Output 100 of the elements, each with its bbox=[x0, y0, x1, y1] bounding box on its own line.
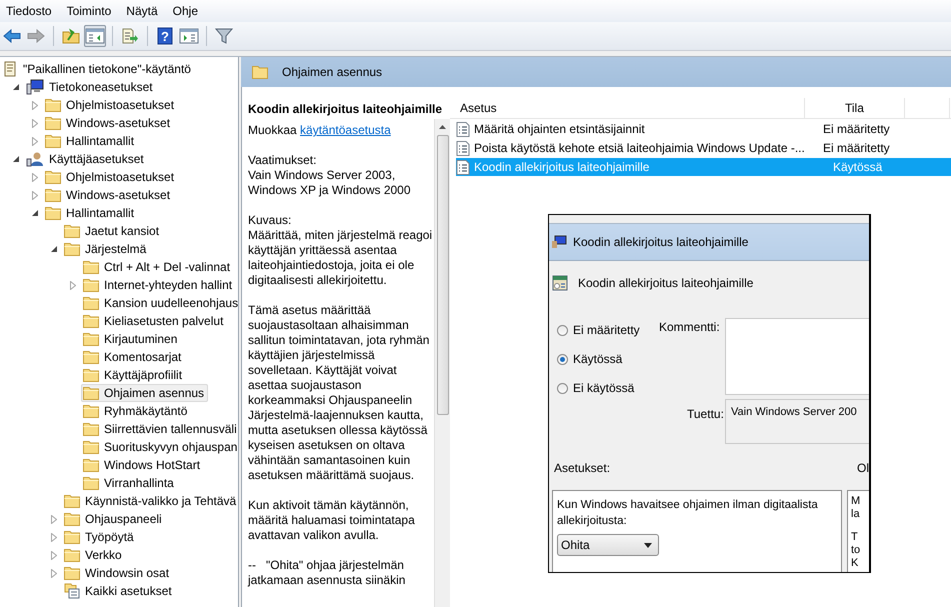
tree-item[interactable]: Ohjelmistoasetukset bbox=[43, 96, 178, 114]
tree-item[interactable]: Kirjautuminen bbox=[81, 330, 182, 348]
folder-icon bbox=[45, 116, 61, 130]
folder-icon bbox=[83, 440, 99, 454]
folder-icon bbox=[64, 566, 80, 580]
menu-item[interactable]: Toiminto bbox=[60, 4, 120, 18]
radio-option[interactable]: Ei määritetty bbox=[557, 322, 659, 338]
tree-item[interactable]: Työpöytä bbox=[62, 528, 138, 546]
dialog-title: Koodin allekirjoitus laiteohjaimille bbox=[573, 235, 748, 249]
collapsed-triangle-icon[interactable] bbox=[32, 136, 38, 146]
tree-item[interactable]: Käyttäjäprofiilit bbox=[81, 366, 186, 384]
expanded-triangle-icon[interactable] bbox=[51, 246, 58, 252]
collapsed-triangle-icon[interactable] bbox=[32, 100, 38, 110]
folder-icon bbox=[83, 368, 99, 382]
folder-icon bbox=[83, 422, 99, 436]
scroll-thumb[interactable] bbox=[436, 135, 448, 415]
setting-icon bbox=[456, 160, 470, 174]
collapsed-triangle-icon[interactable] bbox=[70, 280, 76, 290]
policy-heading: Koodin allekirjoitus laiteohjaimille bbox=[578, 276, 754, 290]
user-icon bbox=[26, 151, 44, 167]
help-text: la bbox=[851, 508, 861, 521]
tree-item[interactable]: Ohjaimen asennus bbox=[81, 384, 208, 402]
tree-item[interactable]: Virranhallinta bbox=[81, 474, 178, 492]
tree-item[interactable]: Verkko bbox=[62, 546, 126, 564]
menu-item[interactable]: Ohje bbox=[166, 4, 207, 18]
folder-icon bbox=[83, 260, 99, 274]
tree-item[interactable]: Käyttäjäasetukset bbox=[24, 150, 148, 168]
description-text: Kun aktivoit tämän käytännön, määritä haluamasi toimintatapa avattavan valikon avulla. bbox=[248, 498, 416, 543]
setting-icon bbox=[456, 140, 470, 156]
tree-item[interactable]: Internet-yhteyden hallint bbox=[81, 276, 236, 294]
scrollbar[interactable] bbox=[434, 119, 450, 607]
folder-icon bbox=[45, 98, 61, 112]
folder-icon bbox=[45, 188, 61, 202]
collapsed-triangle-icon[interactable] bbox=[51, 568, 57, 578]
pane-title: Ohjaimen asennus bbox=[282, 65, 382, 79]
description-text: Kuvaus: bbox=[248, 213, 292, 228]
folder-icon bbox=[64, 224, 80, 238]
list-row[interactable]: Määritä ohjainten etsintäsijainnit Ei määritetty bbox=[456, 120, 951, 138]
tree-item[interactable]: Hallintamallit bbox=[43, 132, 138, 150]
tree-item[interactable]: Windows-asetukset bbox=[43, 186, 174, 204]
edit-policy-link[interactable]: käytäntöasetusta bbox=[300, 123, 391, 137]
tree-item[interactable]: Suorituskyvyn ohjauspan bbox=[81, 438, 238, 456]
radio-option[interactable]: Käytössä bbox=[557, 351, 659, 367]
tree-item[interactable]: Ctrl + Alt + Del -valinnat bbox=[81, 258, 234, 276]
expanded-triangle-icon[interactable] bbox=[13, 84, 20, 90]
collapsed-triangle-icon[interactable] bbox=[51, 532, 57, 542]
tree-item[interactable]: Kansion uudelleenohjaus bbox=[81, 294, 238, 312]
tree-item[interactable]: Hallintamallit bbox=[43, 204, 138, 222]
folder-icon bbox=[83, 404, 99, 418]
option-text: Kun Windows havaitsee ohjaimen ilman digitaalista allekirjoitusta: bbox=[557, 498, 819, 529]
expanded-triangle-icon[interactable] bbox=[32, 210, 39, 216]
tree-item[interactable]: Siirrettävien tallennusväli bbox=[81, 420, 238, 438]
tree-item[interactable]: Käynnistä-valikko ja Tehtävä bbox=[62, 492, 238, 510]
menu-item[interactable]: Näytä bbox=[120, 4, 167, 18]
scroll-up-icon[interactable] bbox=[439, 125, 446, 129]
comment-field[interactable] bbox=[725, 318, 869, 395]
tree-item[interactable]: Tietokoneasetukset bbox=[24, 78, 157, 96]
collapsed-triangle-icon[interactable] bbox=[51, 514, 57, 524]
folder-icon bbox=[83, 314, 99, 328]
list-row[interactable]: Poista käytöstä kehote etsiä laiteohjaimia Windows Update -... Ei määritetty bbox=[456, 139, 951, 157]
folder-icon bbox=[83, 296, 99, 310]
column-header[interactable]: Tila bbox=[805, 98, 905, 118]
tree-item[interactable]: Ohjauspaneeli bbox=[62, 510, 166, 528]
help-text: M bbox=[851, 495, 862, 508]
folder-icon bbox=[83, 476, 99, 490]
tree-item[interactable]: Windows HotStart bbox=[81, 456, 204, 474]
folder-icon bbox=[252, 65, 268, 79]
folder-icon bbox=[64, 530, 80, 544]
caret-icon bbox=[644, 542, 652, 548]
description-text: Määrittää, miten järjestelmä reagoi käyttäjän yrittäessä asentaa laiteohjaintiedostoja, joita ei ole digitaalisesti allekirjoitettu. bbox=[248, 228, 434, 288]
tree-pane-icon[interactable] bbox=[84, 25, 106, 47]
tree-item[interactable]: Järjestelmä bbox=[62, 240, 150, 258]
tree-item[interactable]: Windows-asetukset bbox=[43, 114, 174, 132]
help-text: to bbox=[851, 544, 862, 557]
option-dropdown[interactable]: Ohita bbox=[557, 534, 659, 556]
description-title: Koodin allekirjoitus laiteohjaimille bbox=[247, 101, 444, 118]
tree-item[interactable]: Ryhmäkäytäntö bbox=[81, 402, 192, 420]
folder-icon bbox=[45, 134, 61, 148]
tree-item[interactable]: Jaetut kansiot bbox=[62, 222, 164, 240]
collapsed-triangle-icon[interactable] bbox=[32, 190, 38, 200]
tree-item[interactable]: "Paikallinen tietokone"-käytäntö bbox=[0, 60, 195, 78]
folder-icon bbox=[64, 512, 80, 526]
help-text: K bbox=[851, 557, 860, 570]
tree-item[interactable]: Kieliasetusten palvelut bbox=[81, 312, 228, 330]
computer-icon bbox=[26, 79, 44, 95]
collapsed-triangle-icon[interactable] bbox=[32, 172, 38, 182]
tree-item[interactable]: Kaikki asetukset bbox=[62, 582, 176, 600]
collapsed-triangle-icon[interactable] bbox=[51, 550, 57, 560]
radio-option[interactable]: Ei käytössä bbox=[557, 380, 659, 396]
edit-policy-text: Muokkaa käytäntöasetusta bbox=[248, 123, 391, 137]
folder-icon bbox=[83, 332, 99, 346]
column-header[interactable]: Asetus bbox=[450, 98, 805, 118]
tree-item[interactable]: Ohjelmistoasetukset bbox=[43, 168, 178, 186]
collapsed-triangle-icon[interactable] bbox=[32, 118, 38, 128]
help-text: T bbox=[851, 531, 859, 544]
menu-item[interactable]: Tiedosto bbox=[0, 4, 61, 18]
tree-item[interactable]: Komentosarjat bbox=[81, 348, 186, 366]
expanded-triangle-icon[interactable] bbox=[13, 156, 20, 162]
tree-item[interactable]: Windowsin osat bbox=[62, 564, 174, 582]
folder-icon bbox=[83, 278, 99, 292]
